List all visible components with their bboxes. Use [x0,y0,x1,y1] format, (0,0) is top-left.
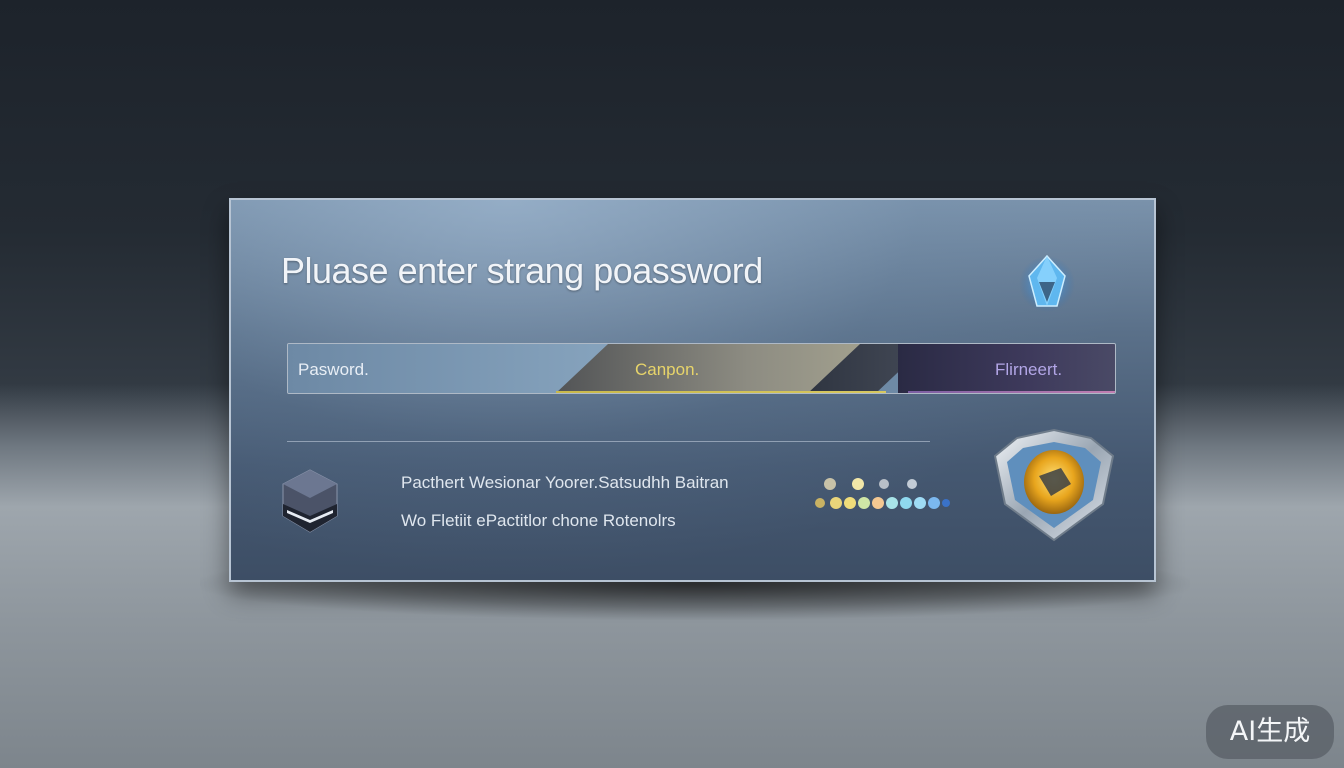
progress-dots-icon [815,478,950,509]
crystal-gem-icon [1019,254,1075,312]
hexagon-block-icon [282,469,338,533]
password-input[interactable]: Pasword. Canpon. Flirneert. [287,343,1116,394]
strength-label-strong: Flirneert. [995,360,1063,379]
info-text-line-2: Wo Fletiit ePactitlor chone Rotenolrs [401,511,676,530]
password-dialog: Pluase enter strang poassword Pasword. C… [229,198,1156,582]
ai-generated-badge: AI生成 [1206,705,1334,759]
strength-label-medium: Canpon. [635,360,700,379]
info-text-line-1: Pacthert Wesionar Yoorer.Satsudhh Baitra… [401,473,729,492]
shield-badge-icon [993,428,1115,542]
divider [287,441,930,442]
strength-underline-medium [556,391,886,393]
dialog-title: Pluase enter strang poassword [281,250,763,291]
password-field-label: Pasword. [298,360,369,379]
strength-underline-strong [908,391,1115,393]
